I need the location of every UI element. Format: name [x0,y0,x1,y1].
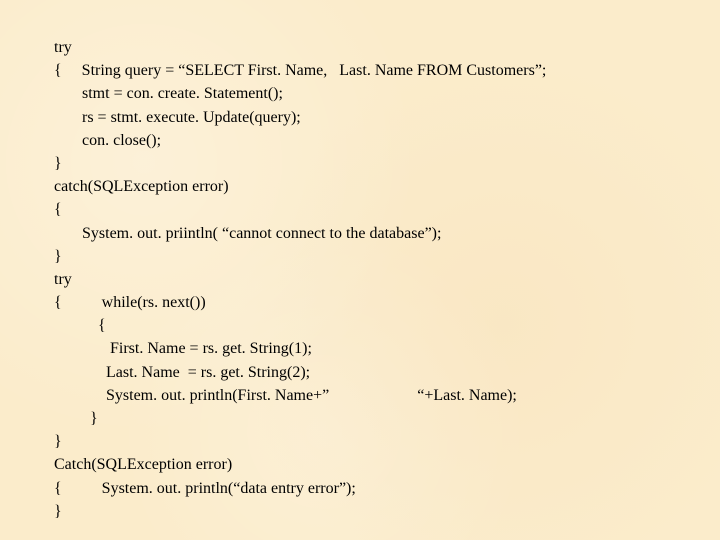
code-line: } [54,430,720,453]
code-line: } [54,152,720,175]
code-line: System. out. println(First. Name+” “+Las… [54,384,720,407]
code-line: First. Name = rs. get. String(1); [54,337,720,360]
code-line: } [54,407,720,430]
code-line: try [54,36,720,59]
code-line: System. out. priintln( “cannot connect t… [54,222,720,245]
code-line: { while(rs. next()) [54,291,720,314]
code-line: { String query = “SELECT First. Name, La… [54,59,720,82]
code-line: rs = stmt. execute. Update(query); [54,106,720,129]
code-line: Last. Name = rs. get. String(2); [54,361,720,384]
code-line: Catch(SQLException error) [54,453,720,476]
code-line: } [54,245,720,268]
code-line: catch(SQLException error) [54,175,720,198]
code-line: } [54,500,720,523]
code-line: { [54,314,720,337]
code-line: { System. out. println(“data entry error… [54,477,720,500]
code-line: try [54,268,720,291]
code-line: con. close(); [54,129,720,152]
code-slide: try { String query = “SELECT First. Name… [0,0,720,523]
code-line: { [54,198,720,221]
code-line: stmt = con. create. Statement(); [54,82,720,105]
